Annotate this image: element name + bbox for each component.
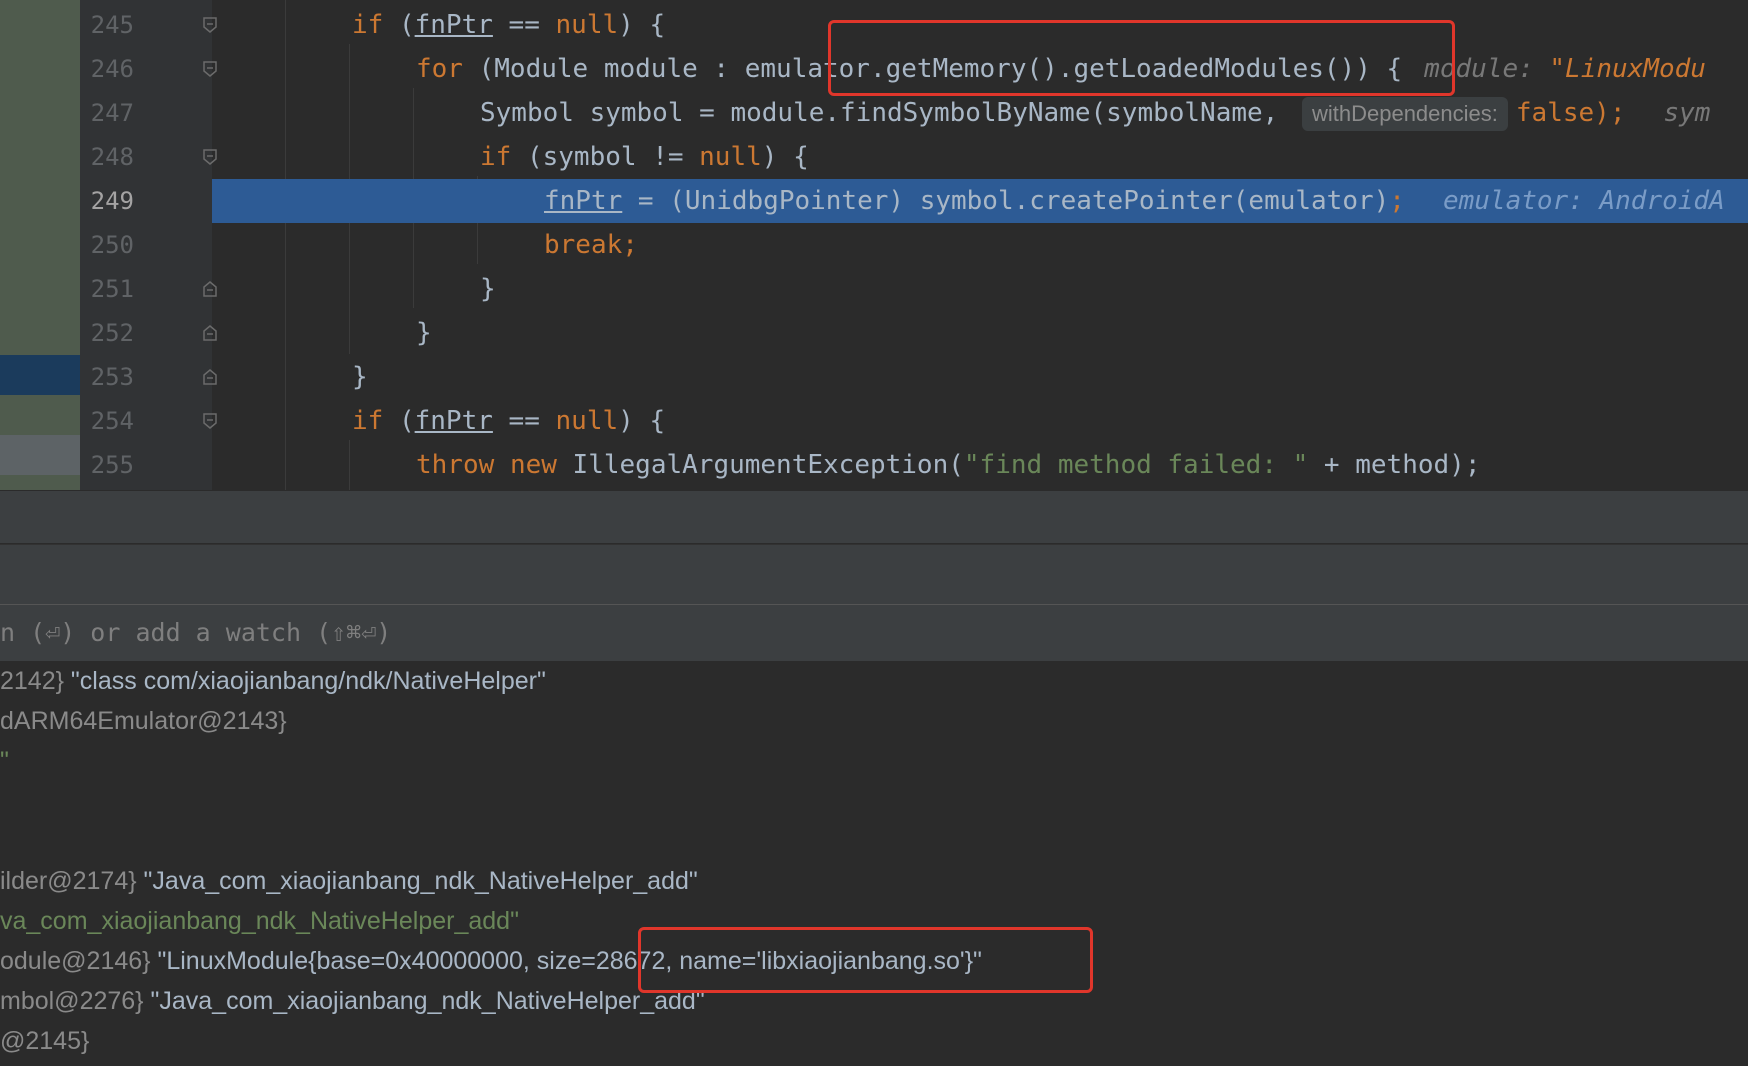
project-panel-edge — [0, 0, 80, 490]
object-ref: 2142} — [0, 667, 64, 695]
code-line-247[interactable]: Symbol symbol = module.findSymbolByName(… — [212, 91, 1748, 135]
code-text: ( — [383, 10, 415, 40]
evaluate-watch-input[interactable]: n (⏎) or add a watch (⇧⌘⏎) — [0, 604, 1748, 662]
variable-ref[interactable]: fnPtr — [415, 406, 493, 436]
object-ref: dARM64Emulator@2143} — [0, 707, 287, 735]
code-text: } — [480, 274, 496, 304]
line-number[interactable]: 254 — [80, 399, 134, 443]
code-text: = (UnidbgPointer) symbol.createPointer(e… — [622, 186, 1390, 216]
code-text: == — [492, 10, 556, 40]
keyword: for — [416, 54, 463, 84]
code-text: } — [416, 318, 432, 348]
code-text: + method); — [1308, 450, 1481, 480]
keyword: throw — [416, 450, 495, 480]
debug-toolbar — [0, 490, 1748, 543]
variable-value: " — [0, 747, 9, 775]
highlight-box-module-info — [638, 927, 1093, 993]
variable-row[interactable]: @2145} — [0, 1021, 89, 1061]
code-text: Symbol symbol = module.findSymbolByName(… — [480, 98, 1294, 128]
code-line-250[interactable]: break; — [212, 223, 1748, 267]
object-ref: odule@2146} — [0, 947, 151, 975]
code-text: } — [352, 362, 368, 392]
code-text: IllegalArgumentException( — [556, 450, 964, 480]
object-ref: ilder@2174} — [0, 867, 137, 895]
code-line-248[interactable]: if (symbol != null) { — [212, 135, 1748, 179]
code-text: ( — [383, 406, 415, 436]
variable-ref[interactable]: fnPtr — [544, 186, 622, 216]
line-number[interactable]: 247 — [80, 91, 134, 135]
variable-row[interactable]: " — [0, 741, 9, 781]
variable-row[interactable]: dARM64Emulator@2143} — [0, 701, 287, 741]
variable-ref[interactable]: fnPtr — [415, 10, 493, 40]
variable-row[interactable]: ilder@2174} "Java_com_xiaojianbang_ndk_N… — [0, 861, 698, 901]
code-text: ) { — [618, 406, 666, 436]
object-ref: mbol@2276} — [0, 987, 144, 1015]
execution-point-line[interactable]: fnPtr = (UnidbgPointer) symbol.createPoi… — [212, 179, 1748, 223]
code-line-252[interactable]: } — [212, 311, 1748, 355]
code-line-251[interactable]: } — [212, 267, 1748, 311]
line-number-current[interactable]: 249 — [80, 179, 134, 223]
code-line-255[interactable]: throw new IllegalArgumentException("find… — [212, 443, 1748, 487]
inline-debug-value: module: "LinuxModu — [1424, 54, 1706, 84]
line-number[interactable]: 250 — [80, 223, 134, 267]
project-panel-row — [0, 435, 80, 475]
variable-row[interactable]: 2142} "class com/xiaojianbang/ndk/Native… — [0, 661, 546, 701]
variable-value: "Java_com_xiaojianbang_ndk_NativeHelper_… — [136, 867, 698, 895]
line-number[interactable]: 248 — [80, 135, 134, 179]
project-panel-selected-row — [0, 355, 80, 395]
keyword: null — [699, 142, 762, 172]
keyword: if — [480, 142, 512, 172]
highlight-box-getloadedmodules — [828, 20, 1455, 96]
code-text: ; — [1389, 186, 1405, 216]
inline-debug-value: emulator: AndroidA — [1442, 186, 1725, 216]
code-text: (symbol != — [511, 142, 700, 172]
code-line-253[interactable]: } — [212, 355, 1748, 399]
variable-row[interactable]: mbol@2276} "Java_com_xiaojianbang_ndk_Na… — [0, 981, 705, 1021]
watch-input-placeholder: n (⏎) or add a watch (⇧⌘⏎) — [0, 618, 392, 647]
inline-debug-value: sym — [1663, 98, 1711, 128]
code-text: ); — [1594, 98, 1626, 128]
code-text: ) { — [618, 10, 666, 40]
line-number[interactable]: 252 — [80, 311, 134, 355]
variables-panel[interactable]: 2142} "class com/xiaojianbang/ndk/Native… — [0, 661, 1748, 1066]
inline-value-string: "LinuxModu — [1549, 54, 1706, 84]
keyword: null — [555, 406, 619, 436]
line-number[interactable]: 246 — [80, 47, 134, 91]
keyword: if — [352, 406, 384, 436]
variable-row[interactable]: va_com_xiaojianbang_ndk_NativeHelper_add… — [0, 901, 519, 941]
line-number[interactable]: 253 — [80, 355, 134, 399]
variable-value: "Java_com_xiaojianbang_ndk_NativeHelper_… — [143, 987, 705, 1015]
object-ref: @2145} — [0, 1027, 90, 1055]
code-line-254[interactable]: if (fnPtr == null) { — [212, 399, 1748, 443]
keyword: if — [352, 10, 384, 40]
debug-frames-bar — [0, 544, 1748, 605]
code-editor[interactable]: 245 246 247 248 249 250 251 252 253 254 … — [0, 0, 1748, 490]
code-text: ) { — [761, 142, 809, 172]
keyword: null — [555, 10, 619, 40]
keyword: false — [1515, 98, 1595, 128]
line-number[interactable]: 255 — [80, 443, 134, 487]
parameter-hint: withDependencies: — [1301, 96, 1508, 131]
keyword: break; — [544, 230, 638, 260]
line-number[interactable]: 245 — [80, 3, 134, 47]
string-literal: "find method failed: " — [963, 450, 1309, 480]
code-text: == — [492, 406, 556, 436]
variable-value: va_com_xiaojianbang_ndk_NativeHelper_add… — [0, 907, 519, 935]
line-number[interactable]: 251 — [80, 267, 134, 311]
keyword: new — [509, 450, 557, 480]
variable-value: "class com/xiaojianbang/ndk/NativeHelper… — [63, 667, 546, 695]
